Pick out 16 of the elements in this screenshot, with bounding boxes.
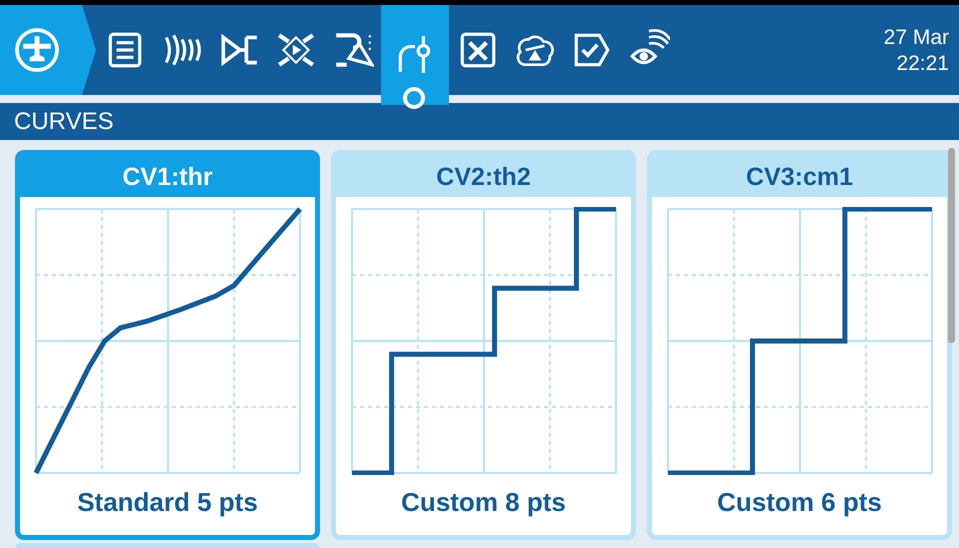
curve-title: CV2:th2 [336, 155, 631, 197]
circle-icon [403, 87, 425, 109]
curve-card[interactable]: CV2:th2 Custom 8 pts [331, 150, 636, 540]
curve-type: Custom 8 pts [400, 487, 567, 518]
airplane-icon [12, 25, 62, 75]
curve-type: Custom 6 pts [716, 487, 883, 518]
section-title: CURVES [0, 103, 959, 140]
curve-title: CV3:cm1 [652, 155, 947, 197]
curve-card[interactable]: CV3:cm1 Custom 6 pts [647, 150, 952, 540]
curve-title: CV1:thr [20, 155, 315, 197]
menu-tab[interactable] [0, 5, 96, 95]
scrollbar[interactable] [948, 148, 955, 343]
curve-type: Standard 5 pts [76, 487, 259, 518]
curve-card[interactable]: CV1:thr Standard 5 pts [15, 150, 320, 540]
time-text: 22:21 [895, 51, 949, 77]
date-text: 27 Mar [884, 25, 949, 51]
